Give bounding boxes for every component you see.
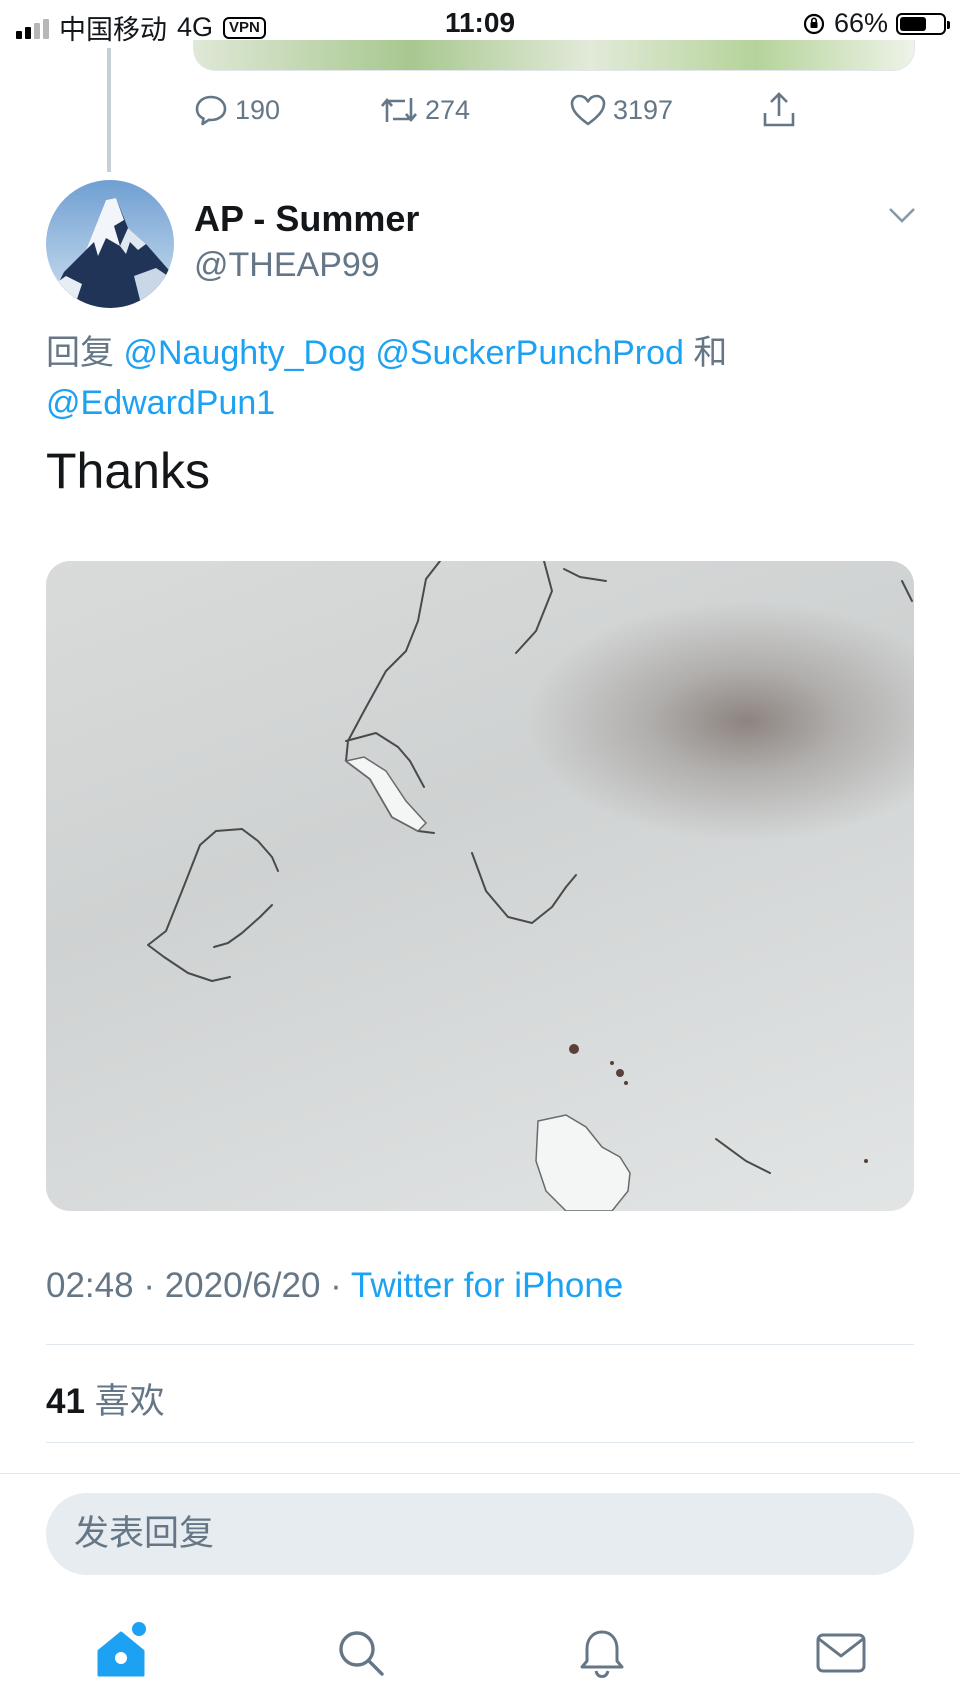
- tweet-meta: 02:48 · 2020/6/20 · Twitter for iPhone: [46, 1266, 623, 1306]
- new-tweets-dot: [132, 1622, 146, 1636]
- battery-icon: [896, 12, 950, 35]
- like-action[interactable]: 3197: [569, 92, 761, 128]
- retweet-icon: [381, 97, 417, 123]
- previous-tweet-actions: 190 274 3197: [193, 88, 813, 132]
- retweet-count: 274: [425, 94, 471, 125]
- previous-tweet-media[interactable]: [193, 40, 915, 71]
- tab-notifications[interactable]: [567, 1618, 637, 1688]
- tab-bar: [0, 1610, 960, 1700]
- bell-icon: [580, 1630, 624, 1679]
- meta-separator: ·: [143, 1266, 155, 1305]
- likes-label: 喜欢: [94, 1382, 165, 1421]
- tweet-text: Thanks: [46, 443, 210, 499]
- search-icon: [339, 1631, 384, 1676]
- reply-action[interactable]: 190: [193, 92, 379, 128]
- reply-bar-border: [0, 1473, 960, 1474]
- reply-count: 190: [235, 94, 281, 125]
- likes-summary[interactable]: 41 喜欢: [46, 1373, 165, 1424]
- battery-percent: 66%: [833, 8, 888, 38]
- tweet-photo[interactable]: [46, 561, 914, 1211]
- tweet-source-link[interactable]: Twitter for iPhone: [351, 1266, 623, 1305]
- status-right: 66%: [802, 8, 950, 39]
- orientation-lock-icon: [803, 13, 825, 34]
- tweet-date: 2020/6/20: [164, 1266, 321, 1305]
- share-icon: [763, 92, 795, 127]
- mountain-avatar-image: [46, 180, 174, 308]
- like-count: 3197: [613, 94, 674, 125]
- chevron-down-icon: [889, 208, 915, 223]
- divider: [46, 1442, 914, 1443]
- cracked-wall-photo: [147, 561, 913, 1211]
- tab-messages[interactable]: [806, 1618, 876, 1688]
- tweet-options-button[interactable]: [888, 206, 916, 229]
- tweet-time: 02:48: [46, 1266, 134, 1305]
- meta-separator: ·: [330, 1266, 342, 1305]
- envelope-icon: [816, 1633, 866, 1673]
- share-action[interactable]: [761, 91, 797, 129]
- mention-link[interactable]: @Naughty_Dog: [123, 334, 365, 372]
- thread-line: [107, 48, 111, 172]
- avatar[interactable]: [46, 180, 174, 308]
- heart-icon: [570, 94, 606, 126]
- likes-count: 41: [46, 1382, 85, 1421]
- mention-link[interactable]: @SuckerPunchProd: [375, 334, 684, 372]
- divider: [46, 1344, 914, 1345]
- tab-home[interactable]: [86, 1618, 156, 1688]
- retweet-action[interactable]: 274: [379, 92, 569, 128]
- reply-icon: [195, 95, 227, 126]
- author-handle[interactable]: @THEAP99: [194, 246, 380, 285]
- tab-search[interactable]: [326, 1618, 396, 1688]
- author-name[interactable]: AP - Summer: [194, 198, 419, 240]
- reply-input[interactable]: [46, 1493, 914, 1575]
- reply-context: 回复 @Naughty_Dog @SuckerPunchProd 和 @Edwa…: [46, 328, 886, 428]
- mention-link[interactable]: @EdwardPun1: [46, 384, 275, 422]
- reply-prefix: 回复: [46, 334, 114, 372]
- reply-conjunction: 和: [693, 334, 728, 372]
